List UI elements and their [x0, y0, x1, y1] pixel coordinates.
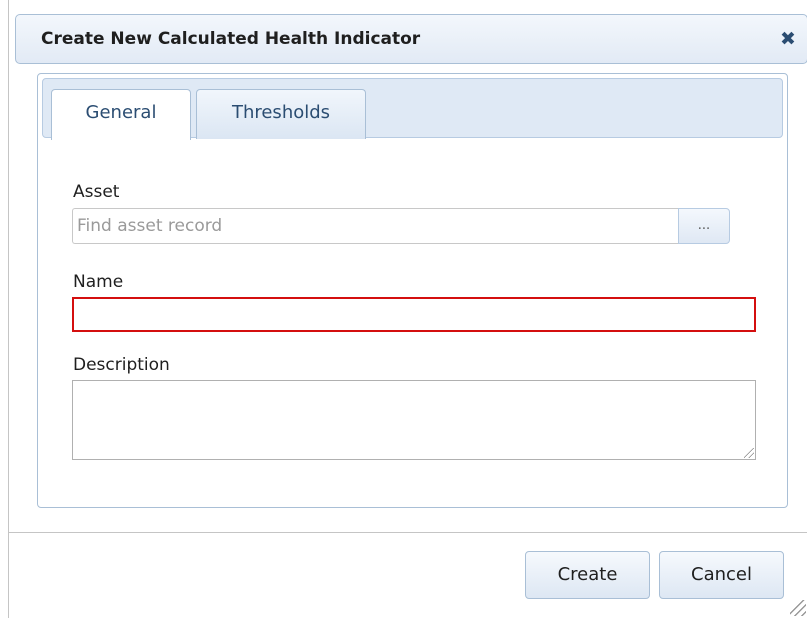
name-label: Name	[73, 272, 124, 292]
description-label: Description	[73, 355, 170, 375]
tab-strip: General Thresholds	[42, 78, 783, 140]
tab-panel: General Thresholds Asset ... Name Descri…	[37, 73, 788, 508]
name-field[interactable]	[72, 297, 756, 332]
create-button[interactable]: Create	[525, 551, 650, 599]
resize-grip-icon[interactable]	[744, 448, 754, 458]
close-icon[interactable]: ✖	[777, 27, 799, 51]
dialog-title: Create New Calculated Health Indicator	[41, 29, 421, 49]
dialog-resize-grip-icon[interactable]	[790, 600, 806, 616]
description-field[interactable]	[72, 380, 756, 460]
asset-lookup-button[interactable]: ...	[678, 208, 730, 244]
cancel-button[interactable]: Cancel	[659, 551, 784, 599]
asset-search-input[interactable]	[72, 208, 678, 244]
asset-label: Asset	[73, 182, 120, 202]
dialog-titlebar[interactable]: Create New Calculated Health Indicator ✖	[15, 14, 807, 64]
create-health-indicator-dialog: Create New Calculated Health Indicator ✖…	[8, 0, 807, 618]
footer-divider	[9, 532, 807, 533]
tab-thresholds[interactable]: Thresholds	[196, 89, 366, 139]
tab-general[interactable]: General	[51, 89, 191, 140]
